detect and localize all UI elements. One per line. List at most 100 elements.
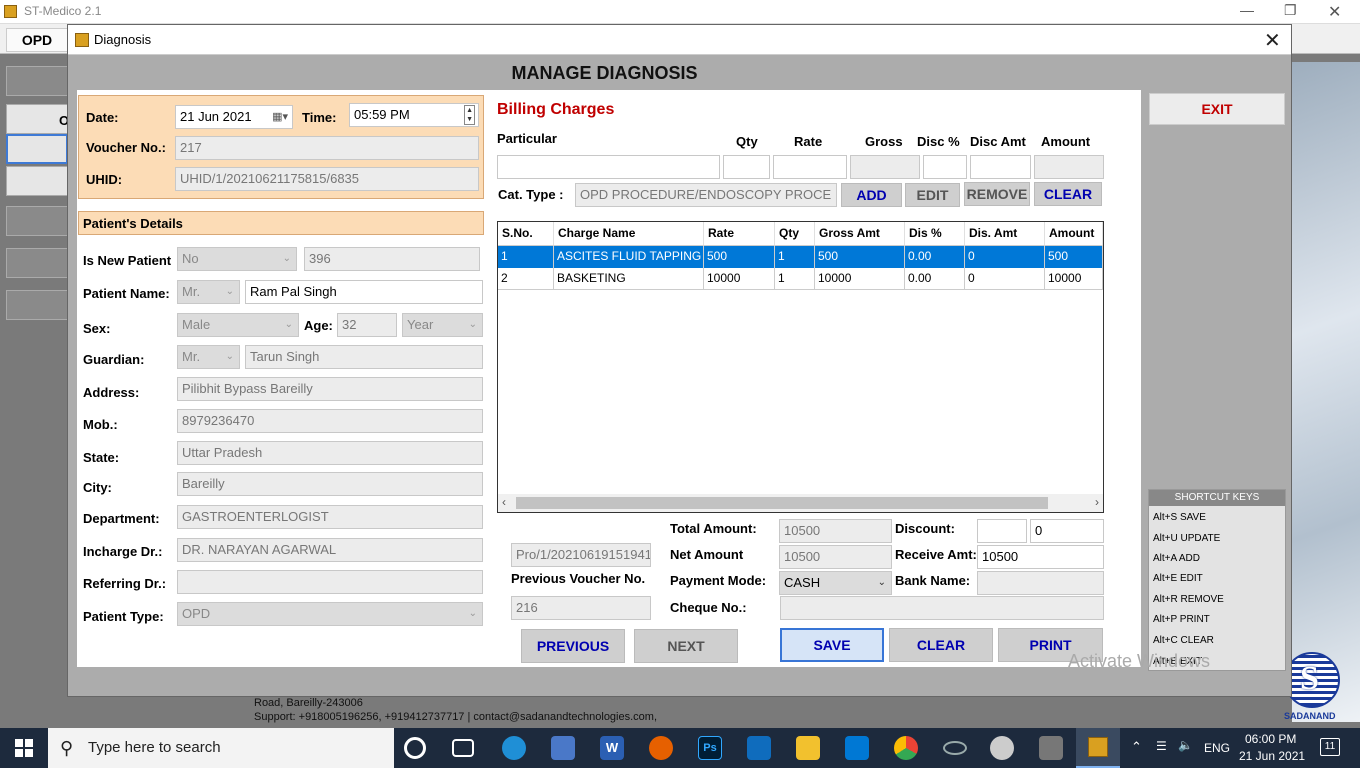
patient-type-select[interactable]: OPD ⌄ xyxy=(177,602,483,626)
column-header[interactable]: S.No. xyxy=(498,222,554,246)
settings-icon[interactable] xyxy=(990,736,1014,760)
side-button-4[interactable] xyxy=(6,166,68,196)
billing-clear-button[interactable]: CLEAR xyxy=(1034,182,1102,206)
tools-icon[interactable] xyxy=(1039,736,1063,760)
side-button-2[interactable]: O xyxy=(6,104,69,134)
side-button-6[interactable] xyxy=(6,248,68,278)
network-icon[interactable]: ☰ xyxy=(1156,739,1167,753)
spinner-icon[interactable]: ▲ ▼ xyxy=(464,105,475,125)
language-indicator[interactable]: ENG xyxy=(1204,741,1230,755)
taskbar-search-box[interactable]: ⚲ Type here to search xyxy=(48,728,394,768)
mail-icon[interactable] xyxy=(747,736,771,760)
previous-voucher-number[interactable]: 216 xyxy=(511,596,651,620)
column-header[interactable]: Qty xyxy=(775,222,815,246)
disc-amt-input[interactable] xyxy=(970,155,1031,179)
incharge-dr-field[interactable]: DR. NARAYAN AGARWAL xyxy=(177,538,483,562)
guardian-title-select[interactable]: Mr. ⌄ xyxy=(177,345,240,369)
uhid-field[interactable]: UHID/1/20210621175815/6835 xyxy=(175,167,479,191)
notification-icon[interactable]: 11 xyxy=(1320,738,1340,756)
scroll-right-icon[interactable]: › xyxy=(1095,495,1099,509)
volume-icon[interactable]: 🔈 xyxy=(1178,738,1193,752)
column-header[interactable]: Gross Amt xyxy=(815,222,905,246)
mobile-field[interactable]: 8979236470 xyxy=(177,409,483,433)
app-icon-12[interactable] xyxy=(943,741,967,755)
side-button-3[interactable] xyxy=(6,134,68,164)
windows-start-icon[interactable] xyxy=(15,739,33,757)
guardian-field[interactable]: Tarun Singh xyxy=(245,345,483,369)
qty-input[interactable] xyxy=(723,155,770,179)
scroll-left-icon[interactable]: ‹ xyxy=(502,495,506,509)
clear-button[interactable]: CLEAR xyxy=(889,628,993,662)
side-button-7[interactable] xyxy=(6,290,68,320)
calendar-icon[interactable]: ▦▾ xyxy=(272,106,288,128)
net-amount-field[interactable]: 10500 xyxy=(779,545,892,569)
charges-table[interactable]: S.No. Charge Name Rate Qty Gross Amt Dis… xyxy=(497,221,1104,513)
payment-mode-select[interactable]: CASH ⌄ xyxy=(779,571,892,595)
app-icon-2[interactable] xyxy=(551,736,575,760)
department-field[interactable]: GASTROENTERLOGIST xyxy=(177,505,483,529)
bank-name-field[interactable] xyxy=(977,571,1104,595)
patient-id-field[interactable]: 396 xyxy=(304,247,480,271)
remove-button[interactable]: REMOVE xyxy=(964,182,1030,206)
total-amount-field[interactable]: 10500 xyxy=(779,519,892,543)
discount-pct-field[interactable] xyxy=(977,519,1027,543)
patient-name-field[interactable]: Ram Pal Singh xyxy=(245,280,483,304)
task-view-icon[interactable] xyxy=(452,739,474,757)
next-button[interactable]: NEXT xyxy=(634,629,738,663)
firefox-icon[interactable] xyxy=(649,736,673,760)
scroll-thumb[interactable] xyxy=(516,497,1048,509)
cheque-field[interactable] xyxy=(780,596,1104,620)
is-new-patient-select[interactable]: No ⌄ xyxy=(177,247,297,271)
city-field[interactable]: Bareilly xyxy=(177,472,483,496)
referring-dr-field[interactable] xyxy=(177,570,483,594)
add-button[interactable]: ADD xyxy=(841,183,902,207)
edge-icon[interactable] xyxy=(502,736,526,760)
time-picker[interactable]: 05:59 PM ▲ ▼ xyxy=(349,103,479,127)
column-header[interactable]: Dis % xyxy=(905,222,965,246)
minimize-icon[interactable]: — xyxy=(1240,2,1254,18)
age-field[interactable]: 32 xyxy=(337,313,397,337)
chrome-icon[interactable] xyxy=(894,736,918,760)
state-field[interactable]: Uttar Pradesh xyxy=(177,441,483,465)
name-title-select[interactable]: Mr. ⌄ xyxy=(177,280,240,304)
close-dialog-icon[interactable]: ✕ xyxy=(1264,28,1281,53)
age-unit-select[interactable]: Year ⌄ xyxy=(402,313,483,337)
rate-input[interactable] xyxy=(773,155,847,179)
word-icon[interactable]: W xyxy=(600,736,624,760)
gross-input[interactable] xyxy=(850,155,920,179)
receive-amt-field[interactable]: 10500 xyxy=(977,545,1104,569)
edit-button[interactable]: EDIT xyxy=(905,183,960,207)
amount-input[interactable] xyxy=(1034,155,1104,179)
side-button-1[interactable] xyxy=(6,66,68,96)
column-header[interactable]: Charge Name xyxy=(554,222,704,246)
particular-input[interactable] xyxy=(497,155,720,179)
horizontal-scrollbar[interactable]: ‹ › xyxy=(498,494,1103,512)
maximize-icon[interactable]: ❐ xyxy=(1284,2,1297,19)
previous-voucher-field[interactable]: Pro/1/20210619151941 xyxy=(511,543,651,567)
cortana-icon[interactable] xyxy=(404,737,426,759)
exit-button[interactable]: EXIT xyxy=(1149,93,1285,125)
clock-date[interactable]: 21 Jun 2021 xyxy=(1239,749,1305,763)
discount-amount-field[interactable]: 0 xyxy=(1030,519,1104,543)
address-field[interactable]: Pilibhit Bypass Bareilly xyxy=(177,377,483,401)
save-button[interactable]: SAVE xyxy=(780,628,884,662)
opd-menu-button[interactable]: OPD xyxy=(6,28,68,52)
side-button-5[interactable] xyxy=(6,206,68,236)
chevron-up-icon[interactable]: ⌃ xyxy=(1131,739,1142,755)
date-picker[interactable]: 21 Jun 2021 ▦▾ xyxy=(175,105,293,129)
st-medico-taskbar-item[interactable] xyxy=(1076,728,1120,768)
file-explorer-icon[interactable] xyxy=(796,736,820,760)
close-app-icon[interactable]: ✕ xyxy=(1328,2,1341,22)
column-header[interactable]: Rate xyxy=(704,222,775,246)
vscode-icon[interactable] xyxy=(845,736,869,760)
table-row[interactable]: 1 ASCITES FLUID TAPPING 500 1 500 0.00 0… xyxy=(498,246,1103,268)
disc-pct-input[interactable] xyxy=(923,155,967,179)
voucher-field[interactable]: 217 xyxy=(175,136,479,160)
column-header[interactable]: Dis. Amt xyxy=(965,222,1045,246)
column-header[interactable]: Amount xyxy=(1045,222,1103,246)
photoshop-icon[interactable]: Ps xyxy=(698,736,722,760)
previous-button[interactable]: PREVIOUS xyxy=(521,629,625,663)
sex-select[interactable]: Male ⌄ xyxy=(177,313,299,337)
cat-type-field[interactable]: OPD PROCEDURE/ENDOSCOPY PROCE xyxy=(575,183,837,207)
table-row[interactable]: 2 BASKETING 10000 1 10000 0.00 0 10000 xyxy=(498,268,1103,290)
